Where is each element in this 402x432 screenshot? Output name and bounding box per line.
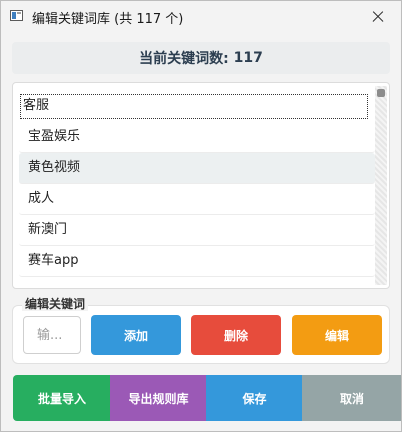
keyword-list-viewport: 客服宝盈娱乐黄色视频成人新澳门赛车app计划 xyxy=(19,90,375,283)
add-button[interactable]: 添加 xyxy=(91,315,181,355)
batch-import-button[interactable]: 批量导入 xyxy=(13,375,111,421)
title-bar: 编辑关键词库 (共 117 个) xyxy=(1,1,401,33)
keyword-list-item[interactable]: 黄色视频 xyxy=(19,153,375,184)
keyword-editor-window: 编辑关键词库 (共 117 个) 当前关键词数: 117 客服宝盈娱乐 黄色视频成… xyxy=(0,0,402,432)
scrollbar-thumb[interactable] xyxy=(377,89,385,97)
bottom-action-bar: 批量导入 导出规则库 保存 取消 xyxy=(13,375,401,421)
edit-keyword-group: 编辑关键词 添加 删除 编辑 xyxy=(12,297,390,364)
delete-button[interactable]: 删除 xyxy=(191,315,281,355)
list-scrollbar[interactable] xyxy=(375,86,387,285)
keyword-count-value: 117 xyxy=(233,50,263,66)
edit-group-title: 编辑关键词 xyxy=(22,297,89,311)
close-icon[interactable] xyxy=(355,1,401,33)
app-window-icon xyxy=(10,10,23,21)
keyword-input[interactable] xyxy=(23,316,81,354)
keyword-list-item[interactable]: 赛车app xyxy=(19,246,375,277)
cancel-button[interactable]: 取消 xyxy=(302,375,401,421)
save-button[interactable]: 保存 xyxy=(206,375,303,421)
keyword-list-item[interactable]: 新澳门 xyxy=(19,215,375,246)
keyword-list-item[interactable]: 计划 xyxy=(19,277,375,283)
export-rules-button[interactable]: 导出规则库 xyxy=(110,375,207,421)
keyword-count-label: 当前关键词数: xyxy=(139,51,229,67)
keyword-list-item[interactable]: 客服 xyxy=(20,94,368,119)
keyword-list-item[interactable]: 宝盈娱乐 xyxy=(19,122,375,153)
keyword-list[interactable]: 客服宝盈娱乐黄色视频成人新澳门赛车app计划 xyxy=(12,82,390,289)
edit-button[interactable]: 编辑 xyxy=(292,315,382,355)
keyword-count-panel: 当前关键词数: 117 xyxy=(12,42,390,74)
window-title: 编辑关键词库 (共 117 个) xyxy=(32,12,184,27)
keyword-list-item[interactable]: 成人 xyxy=(19,184,375,215)
